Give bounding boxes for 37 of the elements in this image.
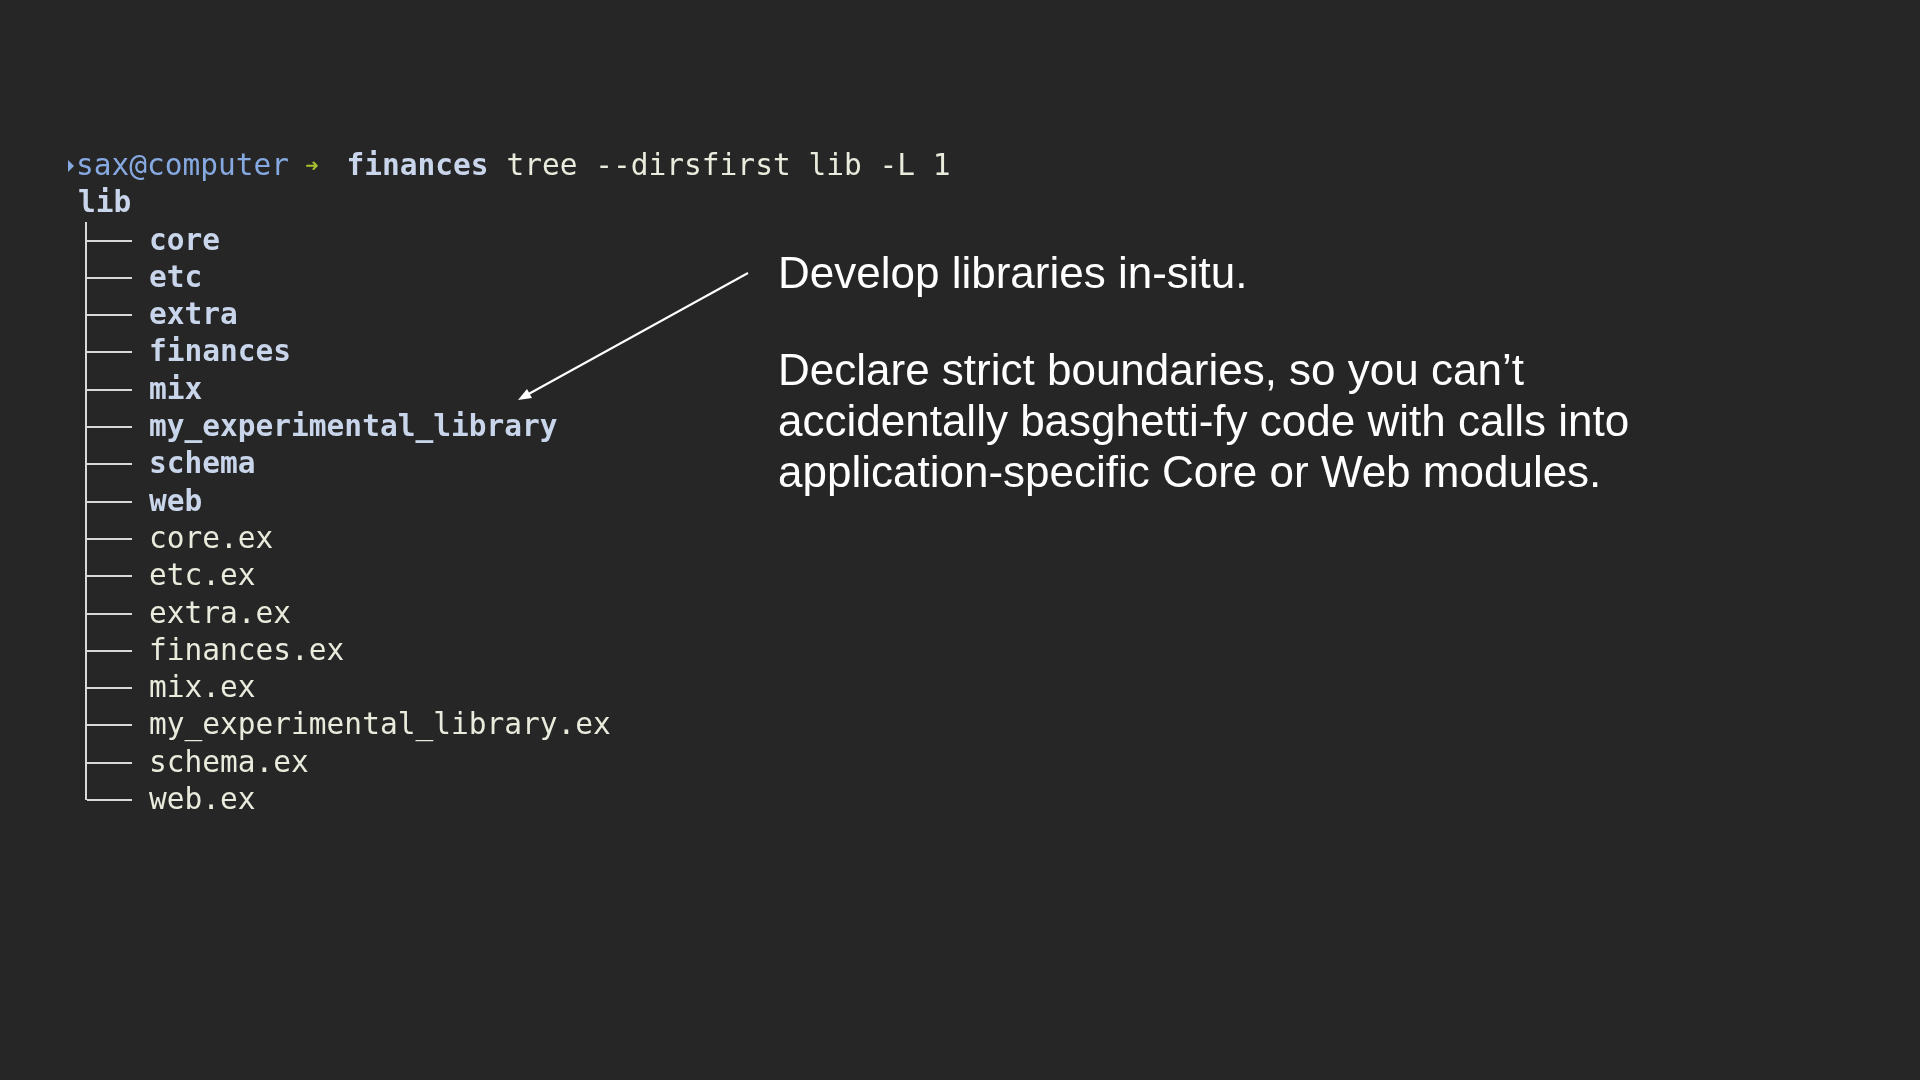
tree-branch-line [85, 519, 132, 558]
command-text: tree --dirsfirst lib -L 1 [506, 147, 951, 184]
directory-name: etc [149, 258, 203, 296]
tree-branch-line [85, 258, 132, 297]
prompt-directory: finances [346, 147, 489, 184]
tree-branch-line [85, 594, 132, 632]
tree-branch-line [85, 669, 132, 707]
slide-note: Declare strict boundaries, so you can’t accidentally basghetti-fy code with calls into application-specific Core or Web modules. [778, 344, 1631, 497]
tree-branch-line [85, 333, 132, 371]
tree-branch-line [85, 408, 132, 446]
directory-name: schema [149, 445, 256, 483]
tree-branch-line [85, 706, 132, 744]
tree-branch-line [85, 296, 132, 334]
directory-name: extra [149, 296, 238, 334]
slide-note: Develop libraries in-situ. [778, 247, 1249, 298]
file-name: extra.ex [149, 594, 292, 632]
directory-name: my_experimental_library [149, 408, 558, 446]
tree-root: lib [78, 184, 132, 222]
file-name: core.ex [149, 519, 274, 557]
file-name: my_experimental_library.ex [149, 706, 611, 744]
tree-branch-line [85, 482, 132, 520]
tree-branch-line [85, 631, 132, 670]
tree-branch-line [85, 445, 132, 483]
file-name: mix.ex [149, 669, 256, 707]
file-name: schema.ex [149, 743, 309, 781]
prompt-arrow: ➜ [305, 152, 319, 180]
directory-name: web [149, 482, 203, 520]
tree-branch-line [85, 370, 132, 409]
file-name: web.ex [149, 781, 256, 819]
file-name: finances.ex [149, 631, 345, 669]
tree-branch-line [85, 221, 132, 259]
directory-name: core [149, 221, 221, 259]
prompt-user-host: sax@computer [76, 147, 290, 184]
directory-name: mix [149, 370, 203, 408]
file-name: etc.ex [149, 557, 256, 595]
tree-branch-line [85, 557, 132, 595]
directory-name: finances [149, 333, 292, 371]
